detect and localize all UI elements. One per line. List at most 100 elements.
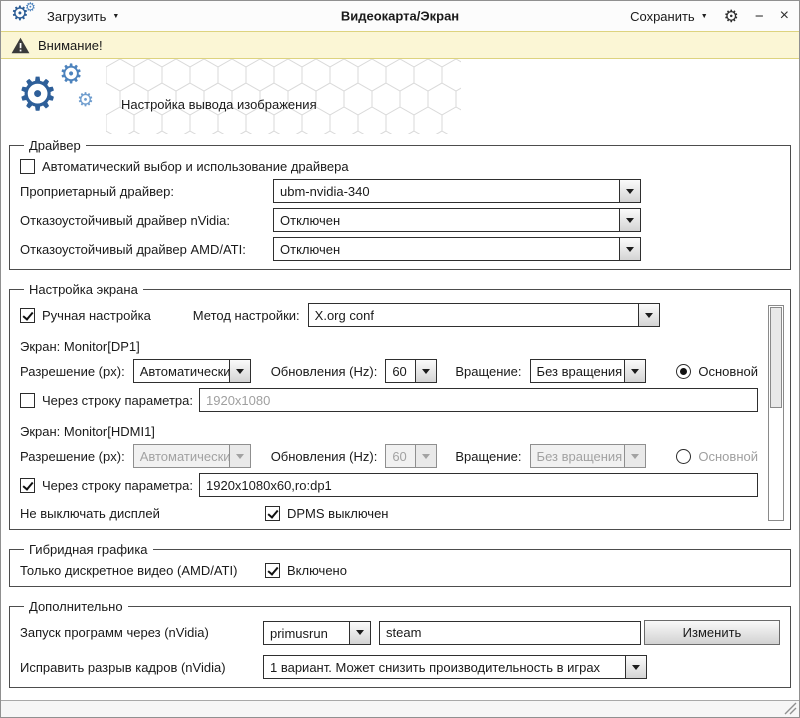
gears-logo: ⚙ ⚙ ⚙ bbox=[17, 61, 107, 131]
chevron-down-icon: ▼ bbox=[112, 13, 119, 20]
param-row: Через строку параметра: bbox=[20, 473, 758, 497]
driver-section: Драйвер Автоматический выбор и использов… bbox=[9, 138, 791, 270]
window-title: Видеокарта/Экран bbox=[341, 9, 459, 24]
minimize-button[interactable]: − bbox=[755, 9, 764, 24]
chevron-down-icon bbox=[624, 360, 645, 382]
primary-label: Основной bbox=[698, 364, 758, 379]
method-select[interactable]: X.org conf bbox=[308, 303, 660, 327]
resolution-select[interactable]: Автоматически bbox=[133, 359, 251, 383]
param-string-input[interactable] bbox=[199, 388, 758, 412]
failsafe-nvidia-select[interactable]: Отключен bbox=[273, 208, 641, 232]
chevron-down-icon bbox=[624, 445, 645, 467]
monitor-settings-row: Разрешение (px): Автоматически Обновлени… bbox=[20, 359, 758, 383]
resize-grip[interactable] bbox=[784, 702, 797, 715]
gear-icon: ⚙ bbox=[59, 61, 83, 88]
checkbox bbox=[265, 506, 280, 521]
proprietary-driver-label: Проприетарный драйвер: bbox=[20, 184, 273, 199]
resolution-label: Разрешение (px): bbox=[20, 364, 125, 379]
fix-tearing-select[interactable]: 1 вариант. Может снизить производительно… bbox=[263, 655, 647, 679]
param-string-checkbox[interactable]: Через строку параметра: bbox=[20, 393, 193, 408]
dpms-row: Не выключать дисплей DPMS выключен bbox=[20, 506, 758, 521]
warning-banner: Внимание! bbox=[1, 31, 799, 59]
primary-label: Основной bbox=[698, 449, 758, 464]
refresh-label: Обновления (Hz): bbox=[271, 364, 378, 379]
gear-icon: ⚙ bbox=[17, 71, 58, 117]
vertical-scrollbar[interactable] bbox=[768, 305, 784, 521]
auto-driver-checkbox[interactable]: Автоматический выбор и использование дра… bbox=[20, 159, 349, 174]
fix-tearing-label: Исправить разрыв кадров (nVidia) bbox=[20, 660, 263, 675]
screen-section: Настройка экрана Ручная настройка Метод … bbox=[9, 282, 791, 530]
failsafe-nvidia-label: Отказоустойчивый драйвер nVidia: bbox=[20, 213, 273, 228]
primary-radio: Основной bbox=[676, 449, 758, 464]
combo-value: ubm-nvidia-340 bbox=[274, 180, 619, 202]
rotation-select[interactable]: Без вращения bbox=[530, 359, 646, 383]
discrete-enabled-checkbox[interactable]: Включено bbox=[265, 563, 347, 578]
load-button-label: Загрузить bbox=[47, 9, 106, 24]
load-button[interactable]: Загрузить ▼ bbox=[47, 9, 119, 24]
checkbox bbox=[20, 478, 35, 493]
settings-gear-button[interactable]: ⚙ bbox=[724, 8, 739, 25]
combo-value: Автоматически bbox=[134, 360, 229, 382]
primary-radio[interactable]: Основной bbox=[676, 364, 758, 379]
screen-legend: Настройка экрана bbox=[24, 282, 143, 297]
titlebar-right: Сохранить ▼ ⚙ − × bbox=[630, 8, 789, 25]
dpms-label: Не выключать дисплей bbox=[20, 506, 265, 521]
manual-setup-label: Ручная настройка bbox=[42, 308, 151, 323]
app-gears-icon: ⚙ ⚙ bbox=[11, 4, 39, 28]
resolution-label: Разрешение (px): bbox=[20, 449, 125, 464]
rotation-select: Без вращения bbox=[530, 444, 646, 468]
failsafe-amd-label: Отказоустойчивый драйвер AMD/ATI: bbox=[20, 242, 273, 257]
hybrid-section: Гибридная графика Только дискретное виде… bbox=[9, 542, 791, 587]
param-string-checkbox[interactable]: Через строку параметра: bbox=[20, 478, 193, 493]
checkbox bbox=[20, 393, 35, 408]
proprietary-driver-select[interactable]: ubm-nvidia-340 bbox=[273, 179, 641, 203]
failsafe-amd-select[interactable]: Отключен bbox=[273, 237, 641, 261]
driver-row: Отказоустойчивый драйвер AMD/ATI: Отключ… bbox=[20, 237, 780, 261]
chevron-down-icon bbox=[415, 445, 436, 467]
discrete-video-label: Только дискретное видео (AMD/ATI) bbox=[20, 563, 265, 578]
rotation-label: Вращение: bbox=[455, 364, 521, 379]
manual-setup-checkbox[interactable]: Ручная настройка bbox=[20, 308, 151, 323]
chevron-down-icon bbox=[619, 209, 640, 231]
launch-via-label: Запуск программ через (nVidia) bbox=[20, 625, 263, 640]
refresh-select[interactable]: 60 bbox=[385, 359, 437, 383]
driver-row: Отказоустойчивый драйвер nVidia: Отключе… bbox=[20, 208, 780, 232]
checkbox bbox=[265, 563, 280, 578]
combo-value: Без вращения bbox=[531, 445, 624, 467]
chevron-down-icon bbox=[349, 622, 370, 644]
page-title: Настройка вывода изображения bbox=[121, 97, 317, 112]
combo-value: 60 bbox=[386, 445, 415, 467]
close-button[interactable]: × bbox=[780, 8, 789, 24]
gear-icon: ⚙ bbox=[25, 1, 36, 13]
launch-wrapper-select[interactable]: primusrun bbox=[263, 621, 371, 645]
chevron-down-icon bbox=[229, 445, 250, 467]
checkbox bbox=[20, 308, 35, 323]
chevron-down-icon: ▼ bbox=[701, 13, 708, 20]
chevron-down-icon bbox=[415, 360, 436, 382]
combo-value: Без вращения bbox=[531, 360, 624, 382]
gear-icon: ⚙ bbox=[77, 91, 94, 110]
chevron-down-icon bbox=[638, 304, 659, 326]
titlebar: ⚙ ⚙ Загрузить ▼ Видеокарта/Экран Сохрани… bbox=[1, 1, 799, 31]
combo-value: Автоматически bbox=[134, 445, 229, 467]
warning-text: Внимание! bbox=[38, 38, 103, 53]
combo-value: X.org conf bbox=[309, 304, 638, 326]
auto-driver-label: Автоматический выбор и использование дра… bbox=[42, 159, 349, 174]
dpms-checkbox[interactable]: DPMS выключен bbox=[265, 506, 389, 521]
driver-legend: Драйвер bbox=[24, 138, 86, 153]
warning-icon bbox=[11, 37, 30, 54]
param-string-input[interactable] bbox=[199, 473, 758, 497]
monitor-title: Экран: Monitor[DP1] bbox=[20, 339, 758, 354]
page-header: ⚙ ⚙ ⚙ Настройка вывода изображения bbox=[1, 59, 799, 134]
combo-value: Отключен bbox=[274, 209, 619, 231]
save-button[interactable]: Сохранить ▼ bbox=[630, 9, 708, 24]
discrete-enabled-label: Включено bbox=[287, 563, 347, 578]
change-button[interactable]: Изменить bbox=[644, 620, 780, 645]
launch-program-input[interactable] bbox=[379, 621, 641, 645]
combo-value: Отключен bbox=[274, 238, 619, 260]
method-label: Метод настройки: bbox=[193, 308, 300, 323]
combo-value: 60 bbox=[386, 360, 415, 382]
param-string-label: Через строку параметра: bbox=[42, 478, 193, 493]
extra-section: Дополнительно Запуск программ через (nVi… bbox=[9, 599, 791, 688]
scrollbar-thumb[interactable] bbox=[770, 307, 782, 408]
